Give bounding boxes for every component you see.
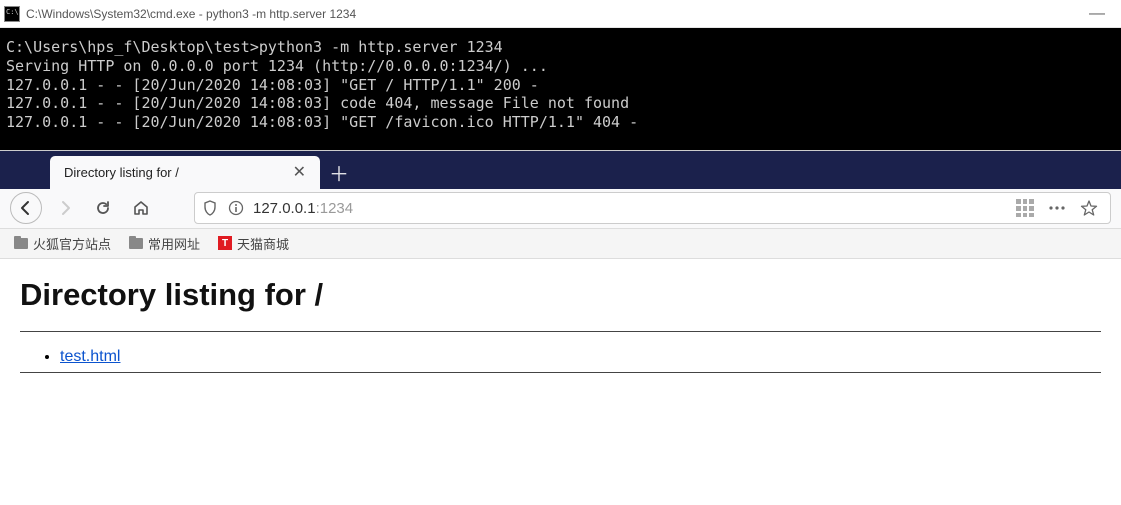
arrow-right-icon xyxy=(57,200,73,216)
url-text: 127.0.0.1:1234 xyxy=(253,200,1006,217)
bookmark-folder-common[interactable]: 常用网址 xyxy=(129,234,200,253)
arrow-left-icon xyxy=(18,200,34,216)
file-link[interactable]: test.html xyxy=(60,348,120,365)
cmd-line: Serving HTTP on 0.0.0.0 port 1234 (http:… xyxy=(6,57,548,75)
page-actions-button[interactable] xyxy=(1046,197,1068,219)
reload-icon xyxy=(95,200,111,216)
file-list: test.html xyxy=(20,348,1101,366)
close-icon[interactable]: ✕ xyxy=(293,162,306,182)
browser-window: Directory listing for / ✕ ＋ 127.0.0.1:12… xyxy=(0,150,1121,407)
bookmark-label: 常用网址 xyxy=(148,234,200,253)
qr-icon[interactable] xyxy=(1014,197,1036,219)
list-item: test.html xyxy=(60,348,1101,366)
divider xyxy=(20,372,1101,373)
home-button[interactable] xyxy=(126,193,156,223)
bookmarks-bar: 火狐官方站点 常用网址 T 天猫商城 xyxy=(0,229,1121,259)
reload-button[interactable] xyxy=(88,193,118,223)
divider xyxy=(20,331,1101,332)
cmd-output[interactable]: C:\Users\hps_f\Desktop\test>python3 -m h… xyxy=(0,28,1121,150)
page-content: Directory listing for / test.html xyxy=(0,259,1121,407)
new-tab-button[interactable]: ＋ xyxy=(324,156,354,189)
shield-icon[interactable] xyxy=(201,199,219,217)
cmd-line: 127.0.0.1 - - [20/Jun/2020 14:08:03] "GE… xyxy=(6,76,539,94)
cmd-line: C:\Users\hps_f\Desktop\test>python3 -m h… xyxy=(6,38,503,56)
url-host: 127.0.0.1 xyxy=(253,200,316,217)
bookmark-folder-firefox[interactable]: 火狐官方站点 xyxy=(14,234,111,253)
cmd-line: 127.0.0.1 - - [20/Jun/2020 14:08:03] cod… xyxy=(6,94,629,112)
folder-icon xyxy=(14,238,28,249)
home-icon xyxy=(132,199,150,217)
tmall-icon: T xyxy=(218,236,232,250)
bookmark-star-button[interactable] xyxy=(1078,197,1100,219)
bookmark-label: 火狐官方站点 xyxy=(33,234,111,253)
nav-toolbar: 127.0.0.1:1234 xyxy=(0,189,1121,229)
cmd-window: C:\Windows\System32\cmd.exe - python3 -m… xyxy=(0,0,1121,150)
address-bar[interactable]: 127.0.0.1:1234 xyxy=(194,192,1111,224)
cmd-titlebar[interactable]: C:\Windows\System32\cmd.exe - python3 -m… xyxy=(0,0,1121,28)
bookmark-tmall[interactable]: T 天猫商城 xyxy=(218,234,289,253)
url-port: :1234 xyxy=(316,200,354,217)
forward-button xyxy=(50,193,80,223)
minimize-button[interactable]: — xyxy=(1077,5,1117,23)
page-title: Directory listing for / xyxy=(20,277,1101,313)
ellipsis-icon xyxy=(1048,205,1066,211)
star-icon xyxy=(1080,199,1098,217)
tab-strip: Directory listing for / ✕ ＋ xyxy=(0,151,1121,189)
info-icon[interactable] xyxy=(227,199,245,217)
cmd-line: 127.0.0.1 - - [20/Jun/2020 14:08:03] "GE… xyxy=(6,113,638,131)
cmd-icon xyxy=(4,6,20,22)
browser-tab-active[interactable]: Directory listing for / ✕ xyxy=(50,156,320,189)
tab-title: Directory listing for / xyxy=(64,165,179,180)
back-button[interactable] xyxy=(10,192,42,224)
bookmark-label: 天猫商城 xyxy=(237,234,289,253)
cmd-title-text: C:\Windows\System32\cmd.exe - python3 -m… xyxy=(26,7,1077,21)
folder-icon xyxy=(129,238,143,249)
